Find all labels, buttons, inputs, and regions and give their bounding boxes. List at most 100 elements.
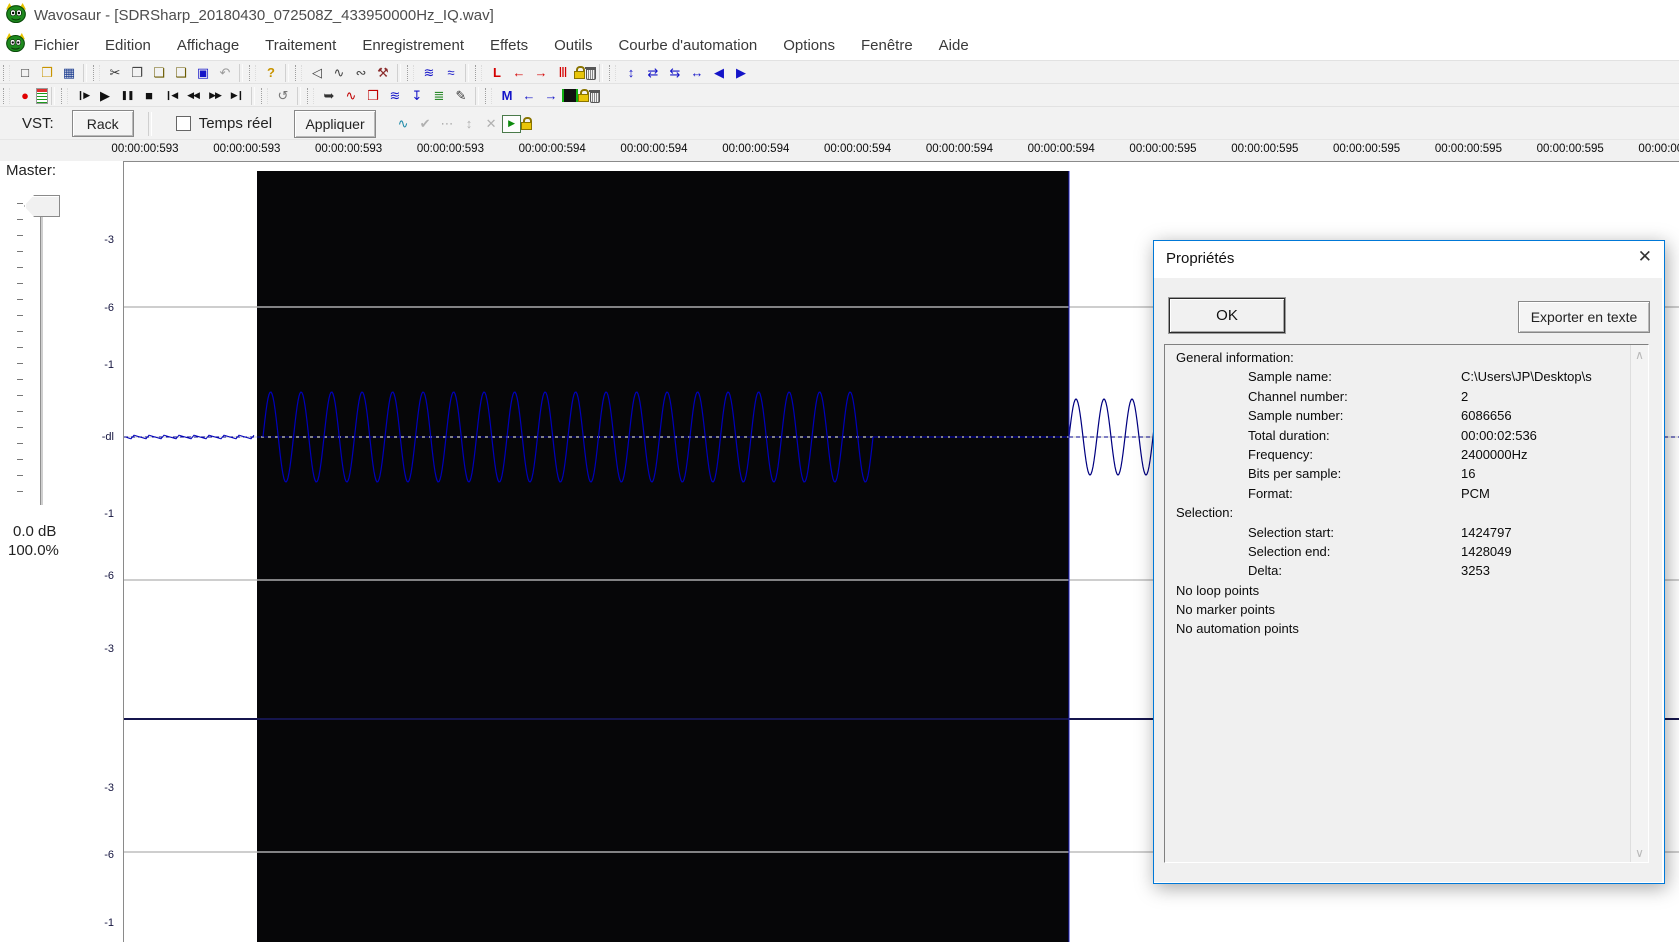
toolbar-separator <box>51 86 55 105</box>
menu-fichier[interactable]: Fichier <box>34 37 79 54</box>
draw-pencil-icon[interactable]: ✎ <box>450 86 472 105</box>
envelope-point-icon[interactable]: ∿ <box>328 63 350 82</box>
go-previous-icon[interactable]: ◀ <box>708 63 730 82</box>
scrollbar[interactable]: ∧ ∨ <box>1630 345 1648 862</box>
copy-icon[interactable]: ❐ <box>126 63 148 82</box>
normalize-icon[interactable]: ↧ <box>406 86 428 105</box>
scroll-down-icon[interactable]: ∨ <box>1631 844 1648 861</box>
marker-arrow-left-icon[interactable]: ← <box>508 63 530 82</box>
open-file-icon[interactable]: ❒ <box>36 63 58 82</box>
property-value: 6086656 <box>1461 408 1512 424</box>
menu-affichage[interactable]: Affichage <box>177 37 239 54</box>
wave-shift-left-icon[interactable]: ⇄ <box>642 63 664 82</box>
lock-icon[interactable] <box>574 66 585 79</box>
envelope-node-icon[interactable]: ∾ <box>350 63 372 82</box>
batch-list-icon[interactable]: ≣ <box>428 86 450 105</box>
export-text-button[interactable]: Exporter en texte <box>1518 301 1650 333</box>
property-label: No loop points <box>1176 582 1260 598</box>
db-scale-label-ch1: -3 <box>104 234 114 246</box>
marker-next-icon[interactable]: → <box>540 86 562 105</box>
wave-selection-icon[interactable]: ≋ <box>418 63 440 82</box>
statistics-icon[interactable]: ∿ <box>340 86 362 105</box>
automation-scale-icon[interactable]: ↕ <box>458 114 480 133</box>
property-label: Selection end: <box>1248 543 1331 559</box>
new-file-icon[interactable]: □ <box>14 63 36 82</box>
master-slider-handle[interactable] <box>24 195 60 217</box>
trash-icon[interactable] <box>585 66 596 80</box>
rewind-icon[interactable]: ◀◀ <box>182 86 204 105</box>
play-from-cursor-icon[interactable]: ❙▶ <box>72 86 94 105</box>
go-next-icon[interactable]: ▶ <box>730 63 752 82</box>
ok-button[interactable]: OK <box>1169 298 1285 333</box>
master-slider-tick <box>17 459 23 460</box>
record-icon[interactable]: ● <box>14 86 36 105</box>
time-ruler[interactable]: 00:00:00:593 00:00:00:593 00:00:00:593 00:0… <box>0 139 1679 162</box>
wave-interpolate-icon[interactable]: ≋ <box>384 86 406 105</box>
go-to-start-icon[interactable]: ❙◀ <box>160 86 182 105</box>
toolbar-grip <box>475 64 482 81</box>
stop-icon[interactable]: ■ <box>138 86 160 105</box>
wave-crossfade-icon[interactable]: ↔ <box>686 63 708 82</box>
menu-traitement[interactable]: Traitement <box>265 37 336 54</box>
marker-left-channel-icon[interactable]: L <box>486 63 508 82</box>
play-icon[interactable]: ▶ <box>94 86 116 105</box>
paste-icon[interactable]: ❏ <box>148 63 170 82</box>
vst-rack-button[interactable]: Rack <box>71 110 134 137</box>
menu-enregistrement[interactable]: Enregistrement <box>362 37 464 54</box>
menu-outils[interactable]: Outils <box>554 37 592 54</box>
level-meter-icon[interactable] <box>36 87 48 104</box>
property-label: Selection start: <box>1248 524 1334 540</box>
fast-forward-icon[interactable]: ▶▶ <box>204 86 226 105</box>
menu-options[interactable]: Options <box>783 37 835 54</box>
master-slider-tick <box>17 331 23 332</box>
automation-play-icon[interactable]: ▶ <box>502 114 522 133</box>
automation-validate-icon[interactable]: ✔ <box>414 114 436 133</box>
wave-region-icon[interactable] <box>562 89 578 102</box>
lock-icon[interactable] <box>578 89 589 102</box>
ruler-label: 00:00:00:594 <box>518 143 586 155</box>
undo-icon[interactable]: ↶ <box>214 63 236 82</box>
master-slider-track[interactable] <box>40 201 43 505</box>
toolbar-grip <box>3 87 10 104</box>
dialog-title-bar[interactable]: Propriétés ✕ <box>1154 241 1664 278</box>
go-to-end-icon[interactable]: ▶❙ <box>226 86 248 105</box>
automation-points-icon[interactable]: ⋯ <box>436 114 458 133</box>
cut-icon[interactable]: ✂ <box>104 63 126 82</box>
speaker-icon[interactable]: ◁ <box>306 63 328 82</box>
automation-lock-icon[interactable] <box>521 117 533 130</box>
automation-delete-icon[interactable]: ✕ <box>480 114 502 133</box>
menu-courbe-d-automation[interactable]: Courbe d'automation <box>618 37 757 54</box>
property-value: 2 <box>1461 388 1469 404</box>
document-logo-icon[interactable] <box>6 33 25 57</box>
vst-apply-button[interactable]: Appliquer <box>294 109 377 138</box>
property-row: Bits per sample: 16 <box>1165 464 1625 483</box>
marker-add-icon[interactable]: M <box>496 86 518 105</box>
automation-curve-icon[interactable]: ∿ <box>392 114 414 133</box>
report-document-icon[interactable]: ❒ <box>362 86 384 105</box>
paste-special-icon[interactable]: ❑ <box>170 63 192 82</box>
menu-edition[interactable]: Edition <box>105 37 151 54</box>
settings-wrench-icon[interactable]: ⚒ <box>372 63 394 82</box>
wave-shift-right-icon[interactable]: ⇆ <box>664 63 686 82</box>
menu-fen-tre[interactable]: Fenêtre <box>861 37 913 54</box>
marker-arrow-right-icon[interactable]: → <box>530 63 552 82</box>
wave-markers-icon[interactable]: Ⅲ <box>552 63 574 82</box>
wave-vertical-zoom-icon[interactable]: ↕ <box>620 63 642 82</box>
realtime-checkbox[interactable] <box>175 116 191 131</box>
menu-effets[interactable]: Effets <box>490 37 528 54</box>
property-row: Delta: 3253 <box>1165 561 1625 580</box>
wave-loop-icon[interactable]: ≈ <box>440 63 462 82</box>
trash-icon[interactable] <box>589 89 600 103</box>
save-file-icon[interactable]: ▦ <box>58 63 80 82</box>
crop-selection-icon[interactable]: ▣ <box>192 63 214 82</box>
db-scale-label-ch2: -3 <box>104 782 114 794</box>
loop-playback-icon[interactable]: ↺ <box>272 86 294 105</box>
pause-icon[interactable]: ❚❚ <box>116 86 138 105</box>
master-slider-tick <box>17 219 23 220</box>
menu-aide[interactable]: Aide <box>939 37 969 54</box>
close-icon[interactable]: ✕ <box>1638 247 1652 267</box>
help-icon[interactable]: ? <box>260 63 282 82</box>
marker-previous-icon[interactable]: ← <box>518 86 540 105</box>
export-document-icon[interactable]: ➥ <box>318 86 340 105</box>
scroll-up-icon[interactable]: ∧ <box>1631 346 1648 363</box>
